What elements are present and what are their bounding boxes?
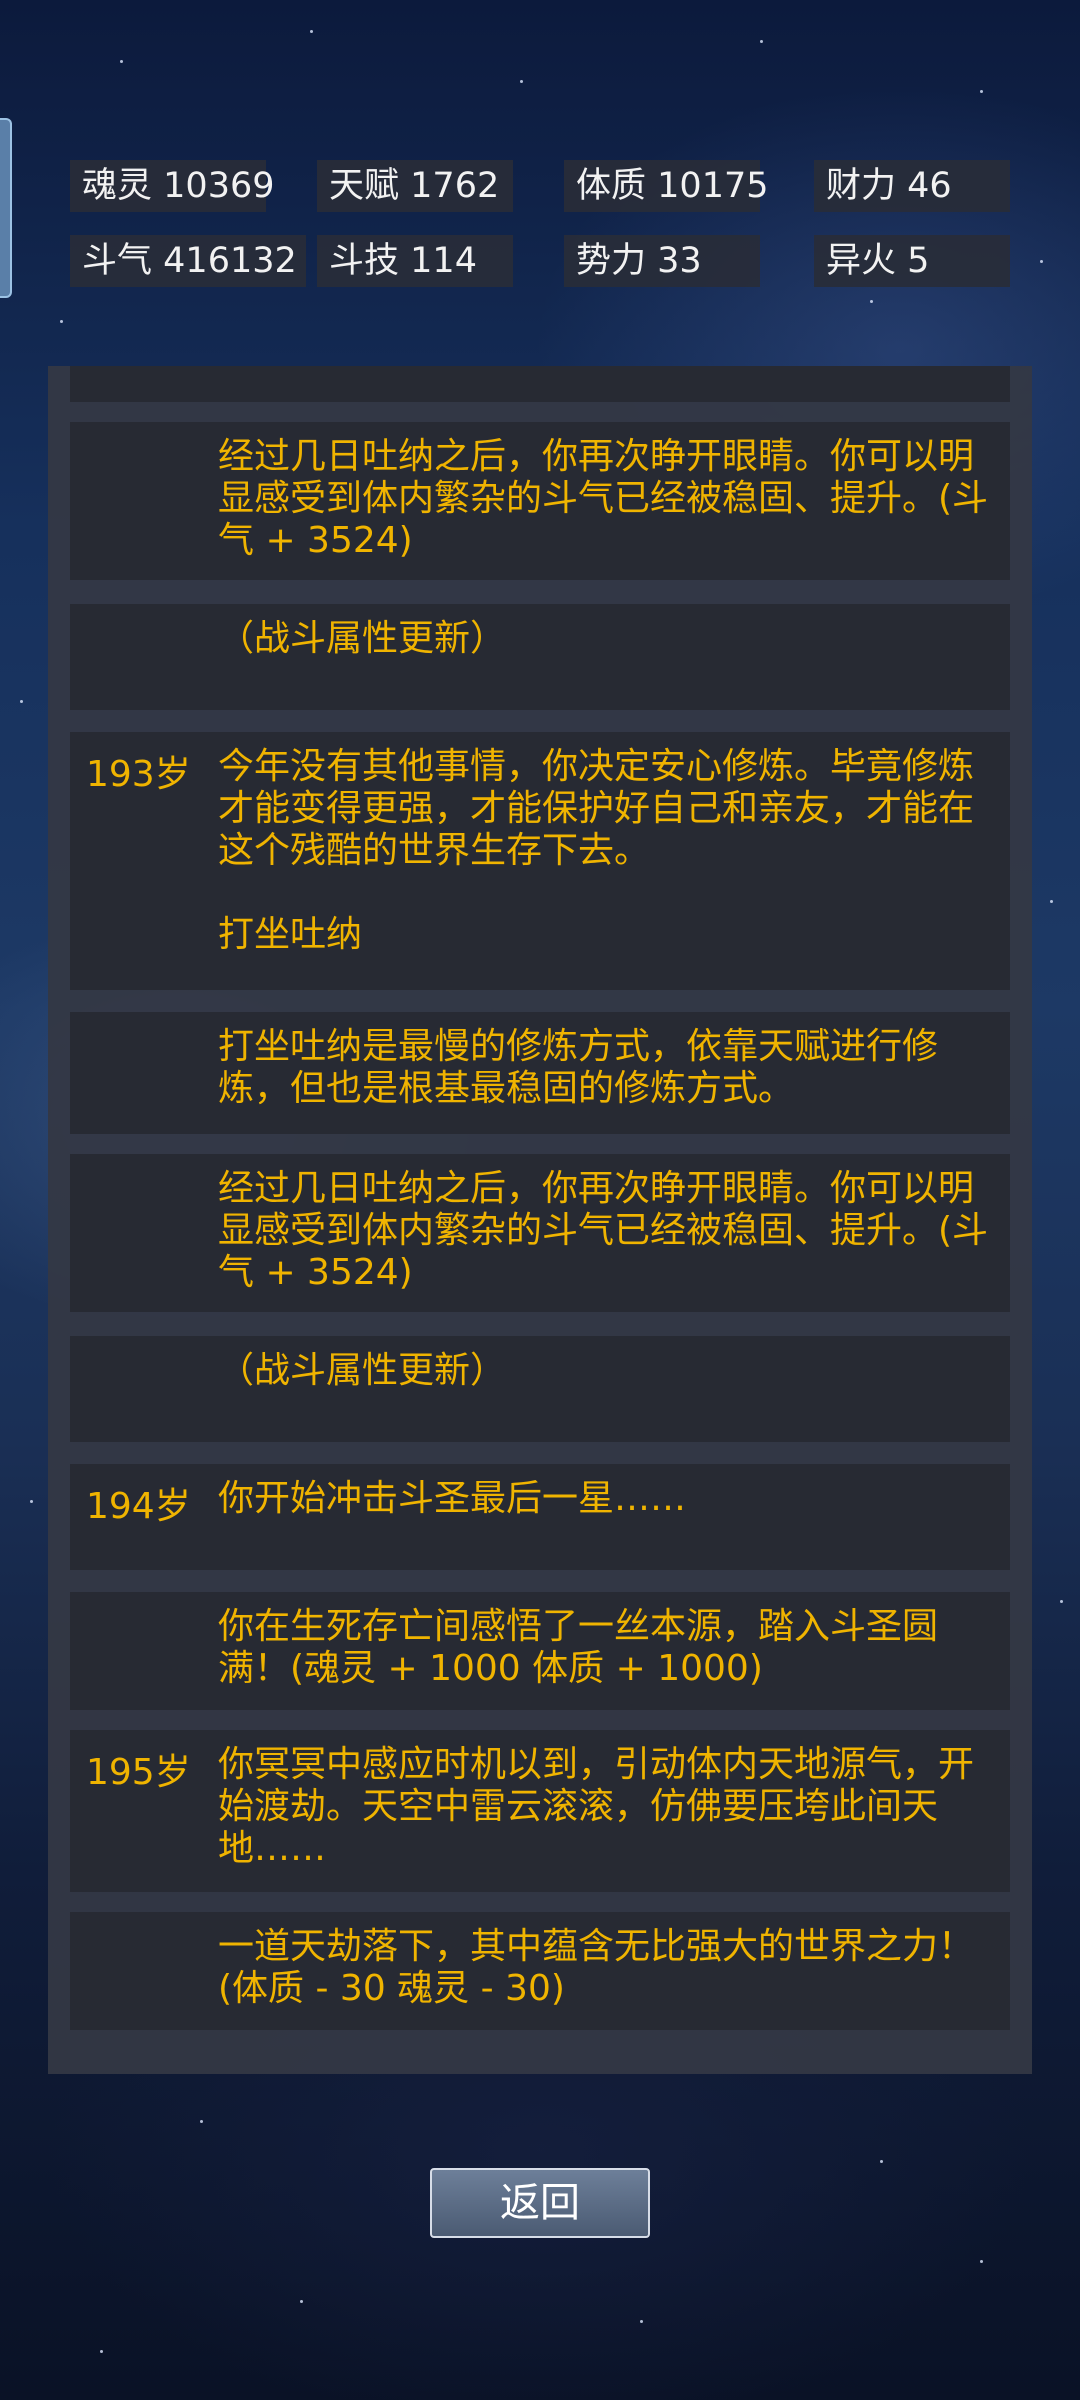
stat-douji: 斗技 114: [317, 235, 513, 287]
side-drawer-tab[interactable]: [0, 118, 12, 298]
stat-tizhi: 体质 10175: [564, 160, 769, 212]
log-entry: 你在生死存亡间感悟了一丝本源，踏入斗圣圆满！(魂灵 + 1000 体质 + 10…: [70, 1592, 1010, 1710]
log-entry: （战斗属性更新）: [70, 604, 1010, 710]
stat-douqi: 斗气 416132: [70, 235, 306, 287]
log-entry: 195岁 你冥冥中感应时机以到，引动体内天地源气，开始渡劫。天空中雷云滚滚，仿佛…: [70, 1730, 1010, 1892]
log-entry: （战斗属性更新）: [70, 1336, 1010, 1442]
log-text: （战斗属性更新）: [218, 1350, 507, 1391]
log-entry: 一道天劫落下，其中蕴含无比强大的世界之力！(体质 - 30 魂灵 - 30): [70, 1912, 1010, 2030]
log-entry: 经过几日吐纳之后，你再次睁开眼睛。你可以明显感受到体内繁杂的斗气已经被稳固、提升…: [70, 422, 1010, 580]
log-text: （战斗属性更新）: [218, 618, 507, 659]
log-text: 你开始冲击斗圣最后一星……: [218, 1478, 687, 1519]
log-text: 经过几日吐纳之后，你再次睁开眼睛。你可以明显感受到体内繁杂的斗气已经被稳固、提升…: [218, 436, 989, 561]
log-text: 你在生死存亡间感悟了一丝本源，踏入斗圣圆满！(魂灵 + 1000 体质 + 10…: [218, 1606, 939, 1689]
log-entry: 经过几日吐纳之后，你再次睁开眼睛。你可以明显感受到体内繁杂的斗气已经被稳固、提升…: [70, 1154, 1010, 1312]
log-text: 经过几日吐纳之后，你再次睁开眼睛。你可以明显感受到体内繁杂的斗气已经被稳固、提升…: [218, 1168, 989, 1293]
log-entry: 193岁 今年没有其他事情，你决定安心修炼。毕竟修炼才能变得更强，才能保护好自己…: [70, 732, 1010, 990]
log-age: 195岁: [86, 1752, 191, 1793]
stat-yihuo: 异火 5: [814, 235, 1010, 287]
log-text: 你冥冥中感应时机以到，引动体内天地源气，开始渡劫。天空中雷云滚滚，仿佛要压垮此间…: [218, 1744, 975, 1869]
stat-hunling: 魂灵 10369: [70, 160, 275, 212]
log-entry-partial: [70, 366, 1010, 402]
stat-shili: 势力 33: [564, 235, 760, 287]
stat-caili: 财力 46: [814, 160, 1010, 212]
log-text: 今年没有其他事情，你决定安心修炼。毕竟修炼才能变得更强，才能保护好自己和亲友，才…: [218, 746, 975, 955]
event-log-panel[interactable]: 经过几日吐纳之后，你再次睁开眼睛。你可以明显感受到体内繁杂的斗气已经被稳固、提升…: [48, 366, 1032, 2074]
log-age: 194岁: [86, 1486, 191, 1527]
stat-tianfu: 天赋 1762: [317, 160, 513, 212]
back-button[interactable]: 返回: [430, 2168, 650, 2238]
log-entry: 打坐吐纳是最慢的修炼方式，依靠天赋进行修炼，但也是根基最稳固的修炼方式。: [70, 1012, 1010, 1134]
log-entry: 194岁 你开始冲击斗圣最后一星……: [70, 1464, 1010, 1570]
log-age: 193岁: [86, 754, 191, 795]
log-text: 一道天劫落下，其中蕴含无比强大的世界之力！(体质 - 30 魂灵 - 30): [218, 1926, 975, 2009]
log-text: 打坐吐纳是最慢的修炼方式，依靠天赋进行修炼，但也是根基最稳固的修炼方式。: [218, 1026, 939, 1109]
